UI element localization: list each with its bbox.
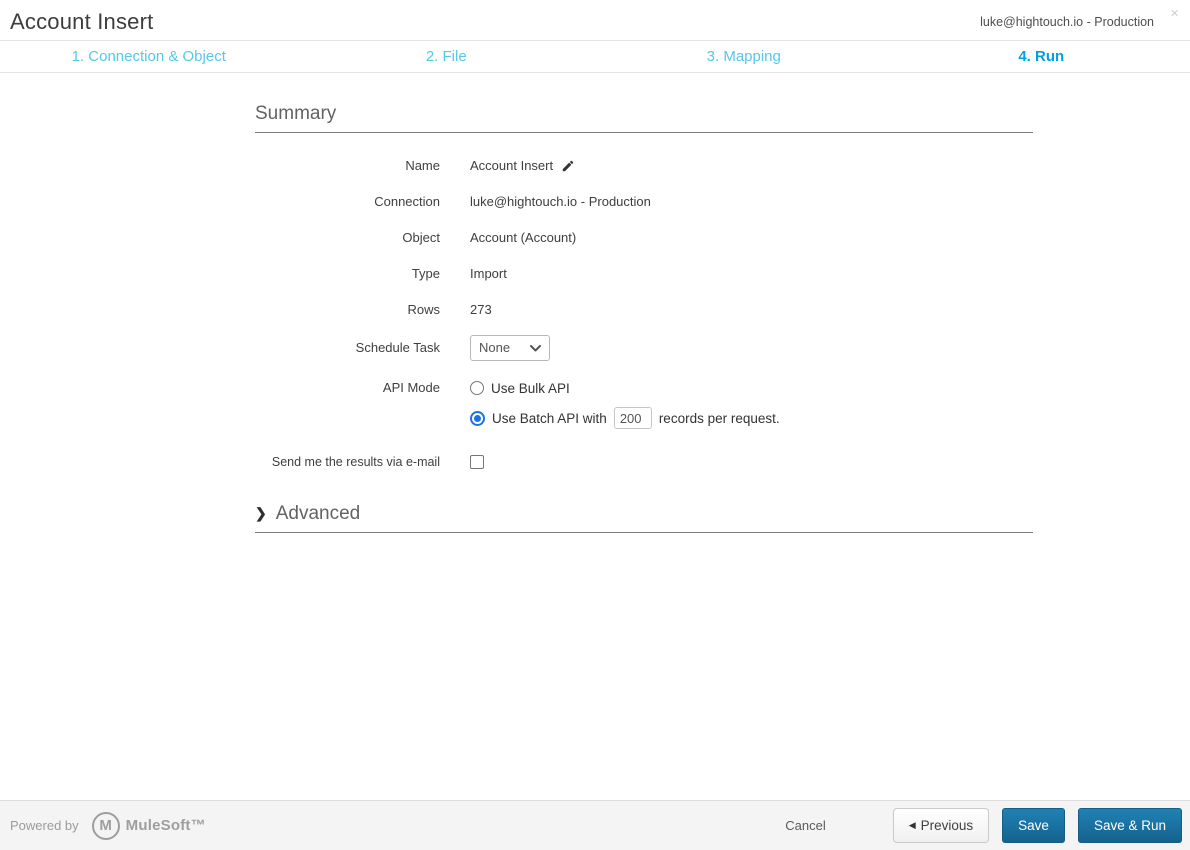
rows-row: Rows 273 (255, 299, 1033, 321)
schedule-task-selected-value: None (479, 340, 511, 355)
schedule-task-label: Schedule Task (355, 340, 440, 355)
chevron-down-icon (530, 344, 541, 351)
connection-label: Connection (374, 194, 440, 209)
close-icon[interactable]: × (1170, 6, 1179, 21)
save-button[interactable]: Save (1002, 808, 1065, 843)
advanced-heading-label: Advanced (275, 503, 361, 524)
summary-heading: Summary (255, 103, 1033, 133)
schedule-task-select[interactable]: None (470, 335, 550, 361)
api-mode-label: API Mode (382, 380, 440, 395)
batch-api-radio[interactable] (472, 412, 483, 424)
summary-heading-label: Summary (255, 103, 337, 124)
batch-api-option-suffix: records per request. (658, 410, 780, 426)
edit-pencil-icon[interactable] (561, 159, 575, 173)
mulesoft-brand-label: MuleSoft™ (125, 817, 206, 834)
name-value: Account Insert (470, 158, 554, 173)
name-row: Name Account Insert (255, 155, 1033, 177)
object-label: Object (402, 230, 440, 245)
step-connection-and-object[interactable]: 1. Connection & Object (0, 48, 298, 65)
type-row: Type Import (255, 263, 1033, 285)
previous-button[interactable]: ◀ Previous (892, 808, 990, 843)
connection-environment-label: luke@hightouch.io - Production (980, 15, 1154, 29)
object-value: Account (Account) (470, 230, 577, 245)
schedule-task-row: Schedule Task None (255, 335, 1033, 361)
chevron-right-icon: ❯ (255, 505, 267, 521)
cancel-button[interactable]: Cancel (785, 818, 825, 833)
footer-actions: Cancel ◀ Previous Save Save & Run (785, 808, 1182, 843)
footer-bar: Powered by M MuleSoft™ Cancel ◀ Previous… (0, 800, 1190, 850)
mulesoft-logo-icon: M (91, 811, 120, 840)
connection-value: luke@hightouch.io - Production (470, 194, 651, 209)
rows-value: 273 (470, 302, 492, 317)
bulk-api-option[interactable]: Use Bulk API (470, 375, 780, 401)
summary-form: Name Account Insert Connection luke@high… (255, 155, 1033, 473)
type-label: Type (411, 266, 440, 281)
api-mode-row: API Mode Use Bulk API Use Batch API with… (255, 375, 1033, 435)
dataloader-window: Account Insert luke@hightouch.io - Produ… (0, 0, 1190, 850)
batch-api-option[interactable]: Use Batch API with records per request. (470, 405, 780, 431)
type-value: Import (470, 266, 507, 281)
batch-size-input[interactable] (613, 407, 652, 429)
api-mode-radio-group: Use Bulk API Use Batch API with records … (470, 375, 780, 435)
step-mapping[interactable]: 3. Mapping (595, 48, 893, 65)
advanced-section-toggle[interactable]: ❯ Advanced (255, 503, 1033, 533)
powered-by-block: Powered by M MuleSoft™ (10, 811, 206, 840)
batch-api-option-prefix: Use Batch API with (492, 410, 607, 426)
email-results-checkbox[interactable] (470, 455, 484, 469)
bulk-api-radio[interactable] (470, 381, 484, 395)
window-header: Account Insert luke@hightouch.io - Produ… (0, 0, 1190, 41)
name-label: Name (405, 158, 440, 173)
object-row: Object Account (Account) (255, 227, 1033, 249)
previous-arrow-icon: ◀ (908, 820, 916, 830)
bulk-api-option-label: Use Bulk API (491, 380, 570, 396)
wizard-step-bar: 1. Connection & Object 2. File 3. Mappin… (0, 41, 1190, 73)
save-and-run-button[interactable]: Save & Run (1077, 808, 1182, 843)
email-results-label: Send me the results via e-mail (271, 455, 440, 469)
previous-button-label: Previous (920, 818, 974, 833)
email-results-row: Send me the results via e-mail (255, 451, 1033, 473)
connection-row: Connection luke@hightouch.io - Productio… (255, 191, 1033, 213)
powered-by-label: Powered by (10, 818, 79, 833)
step-file[interactable]: 2. File (298, 48, 596, 65)
step-run[interactable]: 4. Run (893, 48, 1190, 65)
run-step-panel: Summary Name Account Insert Connection l… (255, 103, 1033, 533)
rows-label: Rows (407, 302, 440, 317)
